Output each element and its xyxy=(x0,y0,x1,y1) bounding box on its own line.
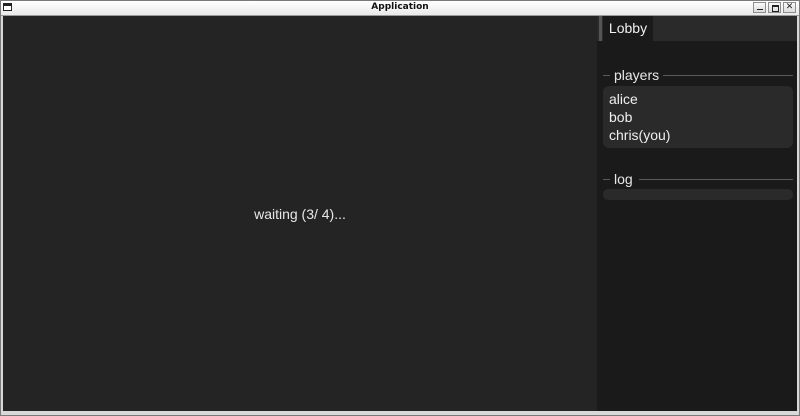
window-title: Application xyxy=(371,2,429,12)
tab-marker xyxy=(599,16,602,41)
section-dash xyxy=(603,179,610,180)
log-section-header: log xyxy=(603,171,793,187)
players-section-header: players xyxy=(603,67,793,83)
section-rule xyxy=(663,75,793,76)
tab-lobby[interactable]: Lobby xyxy=(603,16,653,41)
game-area: waiting (3/ 4)... xyxy=(3,16,597,411)
side-panel: Lobby players alice bob chris(you) log xyxy=(597,16,797,411)
section-dash xyxy=(603,75,610,76)
players-list: alice bob chris(you) xyxy=(603,86,793,148)
tab-strip: Lobby xyxy=(597,16,797,41)
waiting-status: waiting (3/ 4)... xyxy=(254,206,346,222)
player-item: bob xyxy=(609,109,633,125)
maximize-icon[interactable] xyxy=(768,2,781,13)
players-heading: players xyxy=(614,67,660,83)
log-heading: log xyxy=(614,171,633,187)
title-bar[interactable]: Application ✕ xyxy=(1,1,799,16)
minimize-icon[interactable] xyxy=(753,2,766,13)
application-window: Application ✕ waiting (3/ 4)... Lobby pl… xyxy=(0,0,800,416)
close-icon[interactable]: ✕ xyxy=(783,2,796,13)
player-item: chris(you) xyxy=(609,127,671,143)
player-item: alice xyxy=(609,91,638,107)
section-rule xyxy=(639,179,793,180)
log-list[interactable] xyxy=(603,189,793,200)
